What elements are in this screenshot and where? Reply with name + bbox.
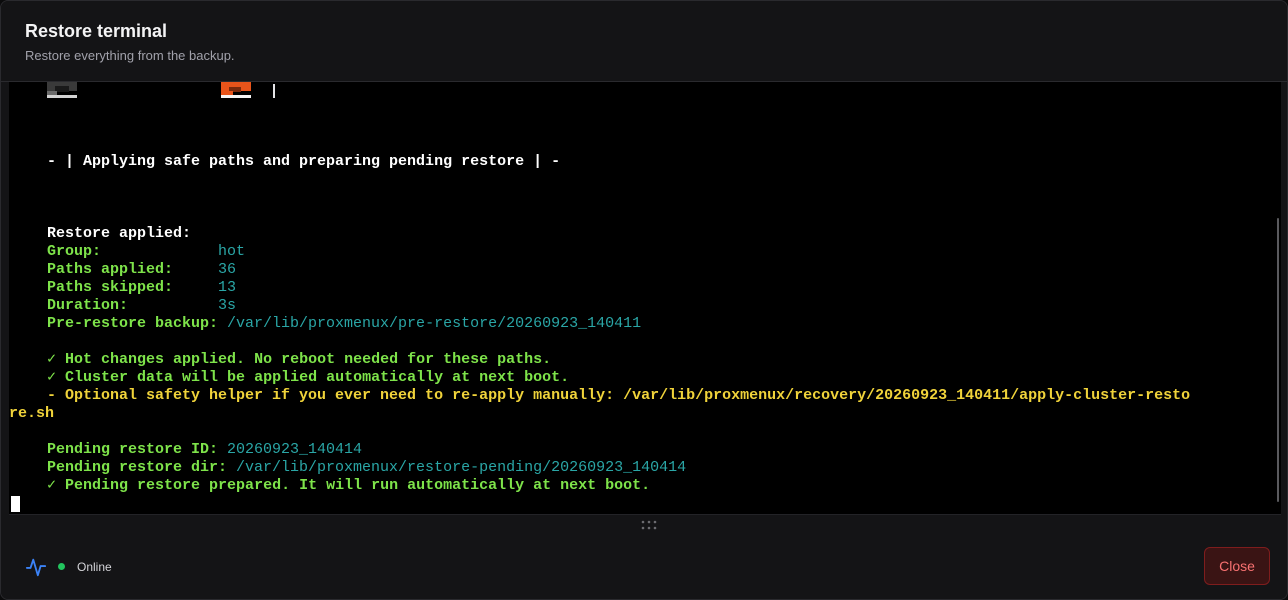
resize-handle[interactable] (9, 514, 1281, 536)
summary-row-skipped: Paths skipped: 13 (47, 279, 236, 297)
logo-fragment-gray (47, 82, 77, 98)
summary-label: Duration: (47, 297, 219, 314)
message-cluster-data: ✓ Cluster data will be applied automatic… (47, 369, 570, 386)
dialog-footer: Online Close (1, 535, 1287, 599)
pending-dir-row: Pending restore dir: /var/lib/proxmenux/… (47, 459, 686, 477)
final-message: ✓ Pending restore prepared. It will run … (47, 477, 651, 494)
summary-value: hot (218, 243, 246, 260)
summary-row-group: Group: hot (47, 243, 245, 261)
close-button[interactable]: Close (1204, 547, 1270, 585)
activity-icon (25, 558, 47, 577)
terminal-scrollbar[interactable] (1277, 218, 1279, 502)
summary-label: Group: (47, 243, 219, 260)
dialog-header: Restore terminal Restore everything from… (1, 1, 1287, 82)
summary-value: /var/lib/proxmenux/pre-restore/20260923_… (227, 315, 642, 332)
summary-value: 13 (218, 279, 237, 296)
banner-line: - | Applying safe paths and preparing pe… (47, 153, 561, 170)
dialog-title: Restore terminal (25, 21, 168, 41)
summary-heading: Restore applied: (47, 225, 192, 242)
optional-helper-wrap: re.sh (9, 405, 55, 422)
summary-label: Pre-restore backup: (47, 315, 228, 332)
grip-dots-icon (641, 520, 657, 530)
logo-divider (273, 84, 275, 98)
pending-label: Pending restore dir: (47, 459, 237, 476)
summary-label: Paths skipped: (47, 279, 219, 296)
pending-id-row: Pending restore ID: 20260923_140414 (47, 441, 362, 459)
message-hot-applied: ✓ Hot changes applied. No reboot needed … (47, 351, 552, 368)
terminal-cursor (11, 496, 20, 512)
summary-row-backup: Pre-restore backup: /var/lib/proxmenux/p… (47, 315, 641, 333)
pending-value: 20260923_140414 (227, 441, 363, 458)
dialog-subtitle: Restore everything from the backup. (25, 48, 235, 63)
terminal-output[interactable]: - | Applying safe paths and preparing pe… (9, 82, 1281, 514)
summary-value: 36 (218, 261, 237, 278)
summary-label: Paths applied: (47, 261, 219, 278)
summary-row-applied: Paths applied: 36 (47, 261, 236, 279)
pending-value: /var/lib/proxmenux/restore-pending/20260… (236, 459, 687, 476)
online-status-dot (58, 563, 65, 570)
summary-row-duration: Duration: 3s (47, 297, 236, 315)
summary-value: 3s (218, 297, 237, 314)
logo-fragment-orange (221, 82, 251, 98)
status-label: Online (77, 560, 112, 574)
pending-label: Pending restore ID: (47, 441, 228, 458)
optional-helper-line: - Optional safety helper if you ever nee… (47, 387, 1191, 404)
restore-terminal-dialog: Restore terminal Restore everything from… (0, 0, 1288, 600)
